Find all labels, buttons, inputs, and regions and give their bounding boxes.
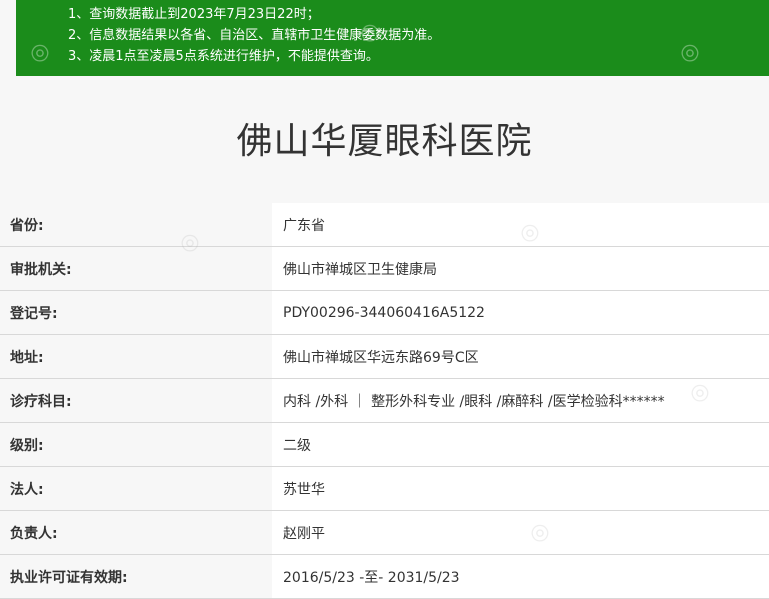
field-label: 登记号: <box>0 290 272 335</box>
field-value: 佛山市禅城区华远东路69号C区 <box>272 334 769 379</box>
field-label: 诊疗科目: <box>0 378 272 423</box>
table-row: 审批机关: 佛山市禅城区卫生健康局 <box>0 246 769 291</box>
field-label: 法人: <box>0 466 272 511</box>
field-value: 广东省 <box>272 203 769 247</box>
field-value: 2016/5/23 -至- 2031/5/23 <box>272 554 769 599</box>
field-label: 地址: <box>0 334 272 379</box>
field-label: 执业许可证有效期: <box>0 554 272 599</box>
table-row: 诊疗科目: 内科 /外科 ｜ 整形外科专业 /眼科 /麻醉科 /医学检验科***… <box>0 378 769 423</box>
notice-banner: 1、查询数据截止到2023年7月23日22时； 2、信息数据结果以各省、自治区、… <box>16 0 769 76</box>
table-row: 执业许可证有效期: 2016/5/23 -至- 2031/5/23 <box>0 554 769 599</box>
field-value: 佛山市禅城区卫生健康局 <box>272 246 769 291</box>
field-value: 苏世华 <box>272 466 769 511</box>
field-label: 负责人: <box>0 510 272 555</box>
field-value: 赵刚平 <box>272 510 769 555</box>
notice-line: 2、信息数据结果以各省、自治区、直辖市卫生健康委数据为准。 <box>68 28 441 43</box>
field-label: 省份: <box>0 203 272 247</box>
table-row: 法人: 苏世华 <box>0 466 769 511</box>
table-row: 负责人: 赵刚平 <box>0 510 769 555</box>
field-label: 级别: <box>0 422 272 467</box>
table-row: 省份: 广东省 <box>0 203 769 247</box>
hospital-info-table: 省份: 广东省 审批机关: 佛山市禅城区卫生健康局 登记号: PDY00296-… <box>0 203 769 599</box>
page-title: 佛山华厦眼科医院 <box>236 121 533 162</box>
field-value: PDY00296-344060416A5122 <box>272 290 769 335</box>
table-row: 级别: 二级 <box>0 422 769 467</box>
notice-line: 1、查询数据截止到2023年7月23日22时； <box>68 7 320 22</box>
table-row: 登记号: PDY00296-344060416A5122 <box>0 290 769 335</box>
field-label: 审批机关: <box>0 246 272 291</box>
table-row: 地址: 佛山市禅城区华远东路69号C区 <box>0 334 769 379</box>
field-value: 内科 /外科 ｜ 整形外科专业 /眼科 /麻醉科 /医学检验科****** <box>272 378 769 423</box>
field-value: 二级 <box>272 422 769 467</box>
notice-line: 3、凌晨1点至凌晨5点系统进行维护，不能提供查询。 <box>68 49 379 64</box>
